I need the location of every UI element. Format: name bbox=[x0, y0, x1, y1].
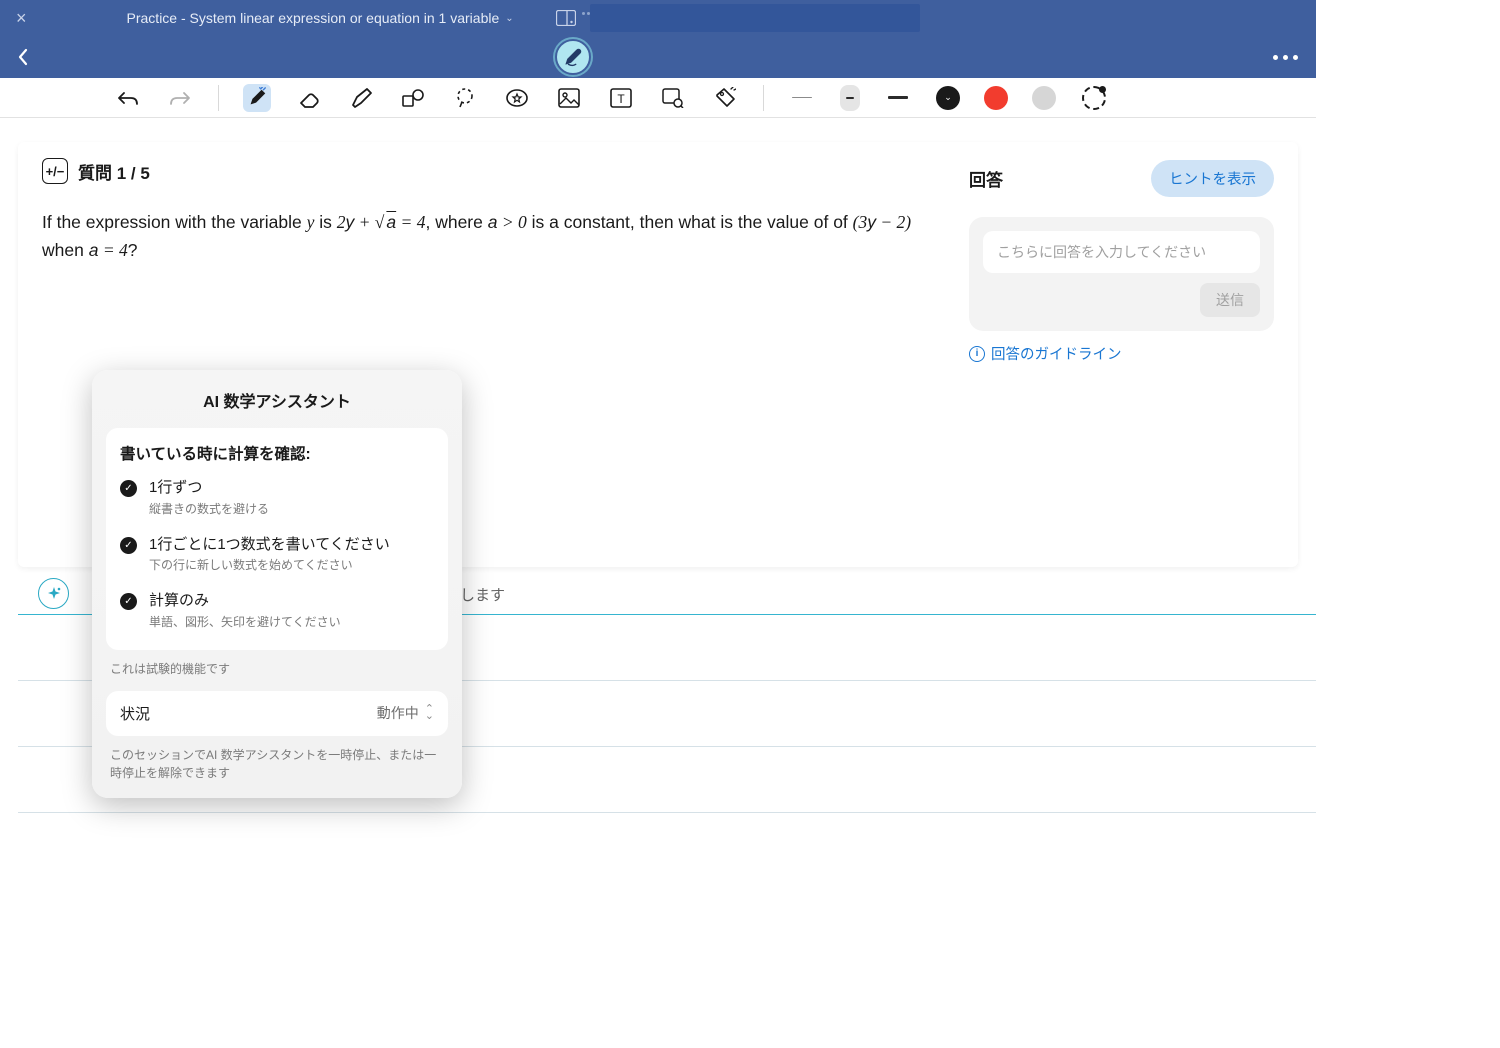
q-text-part: is a constant, then what is the value of bbox=[527, 212, 833, 232]
app-sub-header bbox=[0, 36, 1316, 78]
q-text-part: ? bbox=[128, 240, 138, 260]
tab-bar-region[interactable] bbox=[590, 4, 920, 32]
search-image-icon[interactable] bbox=[659, 84, 687, 112]
updown-icon: ⌃⌄ bbox=[425, 706, 434, 720]
answer-guidelines-link[interactable]: i 回答のガイドライン bbox=[969, 343, 1274, 364]
popup-card-heading: 書いている時に計算を確認: bbox=[120, 442, 434, 464]
send-row: 送信 bbox=[983, 283, 1260, 317]
q-expr2: (3y − 2) bbox=[853, 212, 911, 232]
toolbar-separator bbox=[763, 85, 764, 111]
drawing-toolbar: T ⌄ bbox=[0, 78, 1316, 118]
check-icon: ✓ bbox=[120, 480, 137, 497]
stroke-thin-icon[interactable] bbox=[788, 84, 816, 112]
ruled-line bbox=[18, 812, 1316, 813]
guidelines-text: 回答のガイドライン bbox=[991, 343, 1122, 364]
q-text-part: of bbox=[833, 212, 852, 232]
ai-sparkle-button[interactable] bbox=[38, 578, 69, 609]
tip-subtitle: 下の行に新しい数式を始めてください bbox=[149, 556, 390, 573]
tag-tool-icon[interactable] bbox=[711, 84, 739, 112]
answer-header: 回答 ヒントを表示 bbox=[969, 158, 1274, 197]
question-text: If the expression with the variable y is… bbox=[42, 208, 941, 264]
color-red-icon[interactable] bbox=[984, 86, 1008, 110]
q-text-part: If the expression with the variable bbox=[42, 212, 307, 232]
popup-title: AI 数学アシスタント bbox=[106, 388, 448, 412]
hint-button[interactable]: ヒントを表示 bbox=[1151, 160, 1274, 197]
color-grey-icon[interactable] bbox=[1032, 86, 1056, 110]
text-tool-icon[interactable]: T bbox=[607, 84, 635, 112]
app-top-header: × Practice - System linear expression or… bbox=[0, 0, 1316, 36]
svg-text:T: T bbox=[617, 92, 625, 106]
info-icon: i bbox=[969, 346, 985, 362]
send-button[interactable]: 送信 bbox=[1200, 283, 1260, 317]
status-value-selector[interactable]: 動作中 ⌃⌄ bbox=[377, 703, 434, 723]
stroke-medium-icon[interactable] bbox=[840, 85, 860, 111]
color-picker-icon[interactable] bbox=[1080, 84, 1108, 112]
check-icon: ✓ bbox=[120, 537, 137, 554]
status-label: 状況 bbox=[120, 703, 150, 724]
q-cond: a > 0 bbox=[488, 212, 527, 232]
pen-mode-icon[interactable] bbox=[555, 39, 591, 75]
popup-status-card[interactable]: 状況 動作中 ⌃⌄ bbox=[106, 691, 448, 736]
ai-assistant-popup: AI 数学アシスタント 書いている時に計算を確認: ✓ 1行ずつ 縦書きの数式を… bbox=[92, 370, 462, 798]
popup-tip-item: ✓ 1行ごとに1つ数式を書いてください 下の行に新しい数式を始めてください bbox=[120, 535, 434, 574]
q-text-part: is bbox=[314, 212, 336, 232]
stroke-thick-icon[interactable] bbox=[884, 84, 912, 112]
q-expr1: 2y + √a = 4 bbox=[337, 212, 426, 232]
q-cond2: a = 4 bbox=[89, 240, 128, 260]
answer-input[interactable]: こちらに回答を入力してください bbox=[983, 231, 1260, 273]
back-icon[interactable] bbox=[16, 47, 40, 67]
eraser-tool-icon[interactable] bbox=[295, 84, 323, 112]
answer-box: こちらに回答を入力してください 送信 bbox=[969, 217, 1274, 331]
color-black-icon[interactable]: ⌄ bbox=[936, 86, 960, 110]
question-badge-icon: +/− bbox=[42, 158, 68, 184]
popup-tip-item: ✓ 1行ずつ 縦書きの数式を避ける bbox=[120, 478, 434, 517]
work-hint-text: します bbox=[460, 584, 505, 605]
document-title[interactable]: Practice - System linear expression or e… bbox=[127, 10, 514, 26]
question-header: +/− 質問 1 / 5 bbox=[42, 158, 941, 184]
tip-subtitle: 縦書きの数式を避ける bbox=[149, 500, 269, 517]
pen-tool-icon[interactable] bbox=[243, 84, 271, 112]
question-counter: 質問 1 / 5 bbox=[78, 159, 150, 184]
more-menu-icon[interactable] bbox=[1273, 55, 1298, 60]
popup-tip-item: ✓ 計算のみ 単語、図形、矢印を避けてください bbox=[120, 591, 434, 630]
redo-icon[interactable] bbox=[166, 84, 194, 112]
image-tool-icon[interactable] bbox=[555, 84, 583, 112]
status-value: 動作中 bbox=[377, 703, 419, 723]
popup-experimental-note: これは試験的機能です bbox=[110, 660, 444, 677]
q-text-part: , where bbox=[425, 212, 487, 232]
highlighter-tool-icon[interactable] bbox=[347, 84, 375, 112]
undo-icon[interactable] bbox=[114, 84, 142, 112]
lasso-tool-icon[interactable] bbox=[451, 84, 479, 112]
tip-title: 1行ごとに1つ数式を書いてください bbox=[149, 535, 390, 555]
tip-subtitle: 単語、図形、矢印を避けてください bbox=[149, 613, 341, 630]
close-icon[interactable]: × bbox=[16, 8, 27, 29]
answer-title: 回答 bbox=[969, 166, 1003, 191]
chevron-down-icon: ⌄ bbox=[505, 13, 513, 24]
favorites-tool-icon[interactable] bbox=[503, 84, 531, 112]
tip-title: 計算のみ bbox=[149, 591, 341, 611]
q-text-part: when bbox=[42, 240, 89, 260]
shapes-tool-icon[interactable] bbox=[399, 84, 427, 112]
popup-tips-card: 書いている時に計算を確認: ✓ 1行ずつ 縦書きの数式を避ける ✓ 1行ごとに1… bbox=[106, 428, 448, 650]
popup-footer-note: このセッションでAI 数学アシスタントを一時停止、または一時停止を解除できます bbox=[110, 746, 444, 782]
toolbar-separator bbox=[218, 85, 219, 111]
split-view-icon[interactable] bbox=[554, 6, 578, 30]
tip-title: 1行ずつ bbox=[149, 478, 269, 498]
title-text: Practice - System linear expression or e… bbox=[127, 10, 500, 26]
check-icon: ✓ bbox=[120, 593, 137, 610]
answer-column: 回答 ヒントを表示 こちらに回答を入力してください 送信 i 回答のガイドライン bbox=[969, 158, 1274, 551]
